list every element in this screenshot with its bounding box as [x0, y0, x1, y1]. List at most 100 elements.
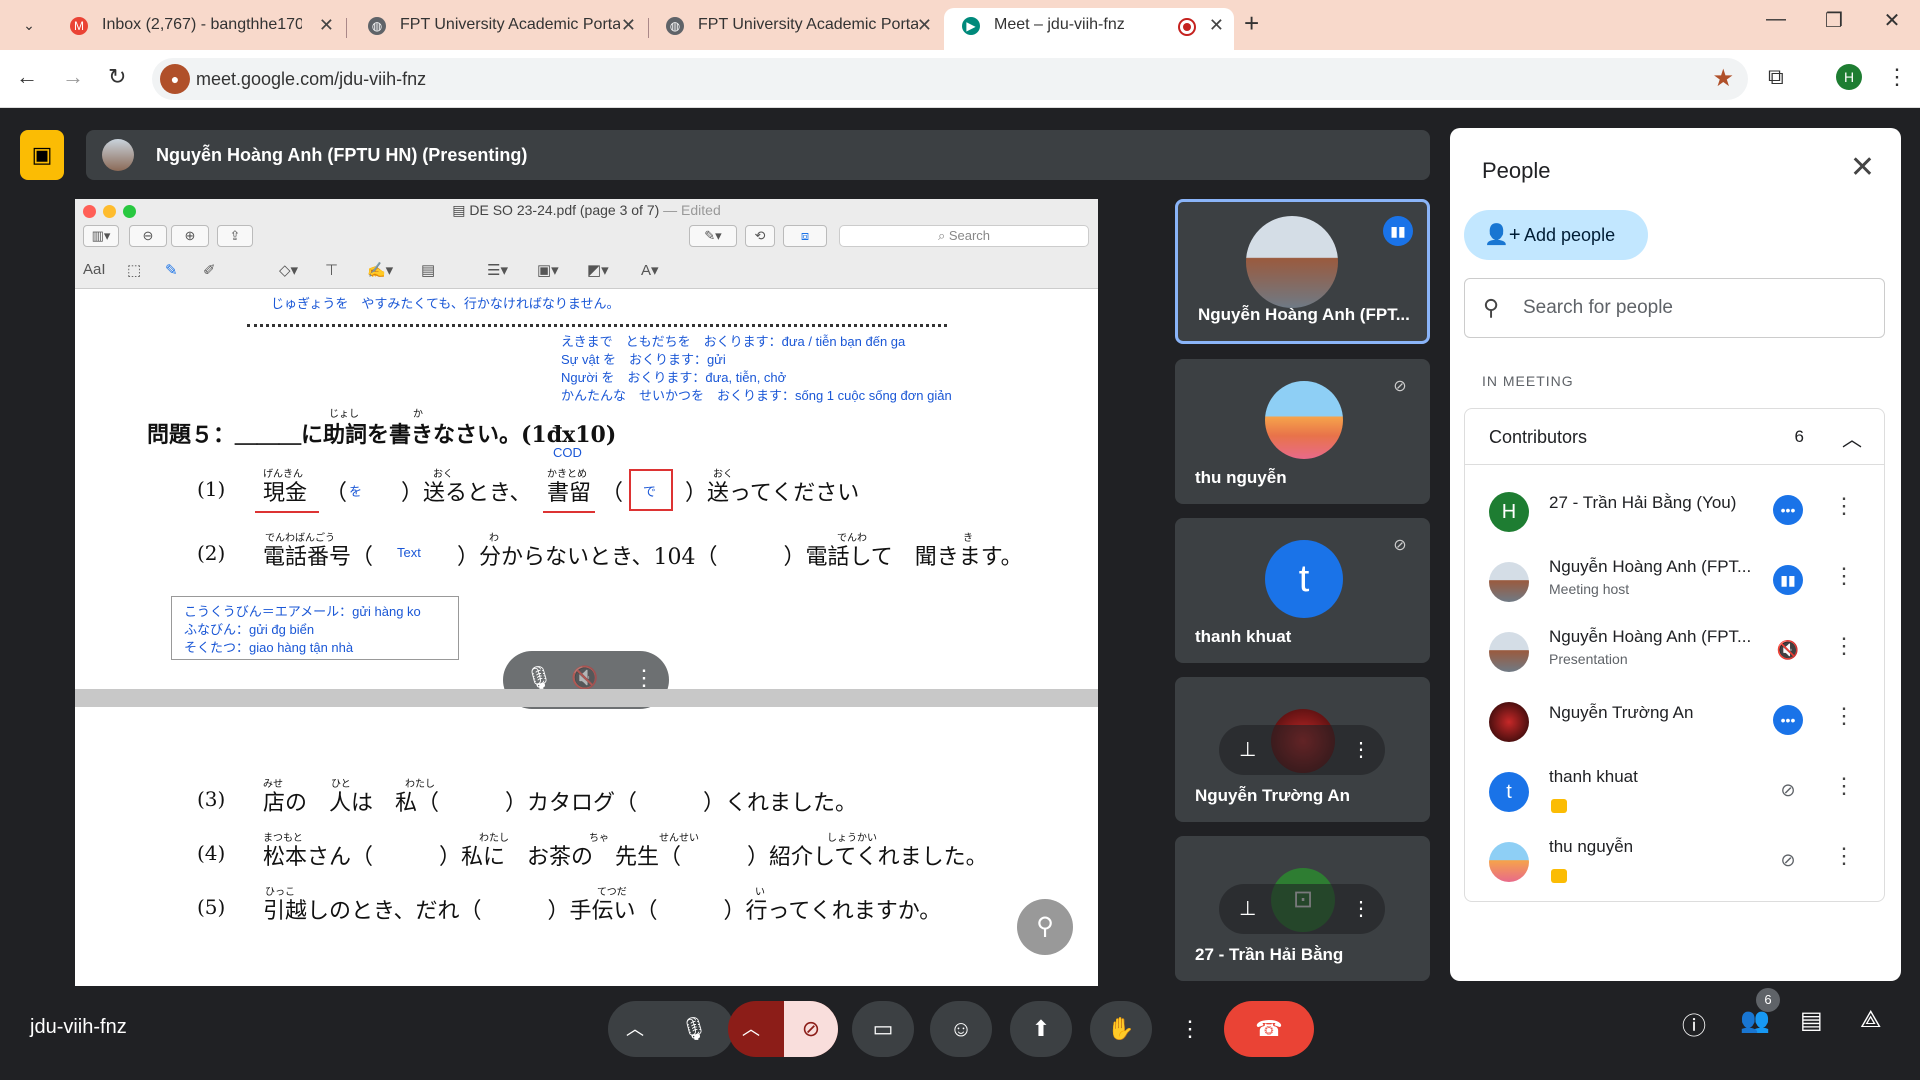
speaking-indicator-icon: ▮▮ [1773, 565, 1803, 595]
person-add-icon: 👤+ [1484, 224, 1521, 246]
participant-row-name: Nguyễn Trường An [1549, 703, 1694, 722]
camera-off-icon[interactable]: ⊘ [784, 1001, 838, 1057]
close-tab-icon[interactable]: ✕ [1209, 8, 1224, 42]
q1-end: ）送ってください [685, 481, 860, 506]
line-style-icon: ☰▾ [487, 262, 508, 279]
tab-gmail[interactable]: M Inbox (2,767) - bangthhe170871 ✕ [52, 8, 344, 50]
participant-tile[interactable]: ⊡ ⊥ ⋮ 27 - Trần Hải Bằng [1175, 836, 1430, 981]
more-options-icon[interactable]: ⋮ [1833, 563, 1855, 589]
meeting-details-icon[interactable]: ⓘ [1682, 1006, 1706, 1041]
presenting-badge-icon [1551, 869, 1567, 883]
zoom-screen-icon[interactable]: ⚲ [1017, 899, 1073, 955]
q1-answer-1: を [349, 484, 363, 499]
participant-row[interactable]: Nguyễn Hoàng Anh (FPT... Presentation 🔇 … [1465, 615, 1884, 685]
pin-icon[interactable]: ⊥ [1239, 737, 1256, 762]
q1-word-genkin: 現金 [263, 481, 308, 506]
doc-top-note: じゅぎょうを やすみたくても、行かなければなりません。 [271, 296, 620, 311]
more-options-button[interactable]: ⋮ [1168, 1001, 1212, 1057]
tab-meet[interactable]: ▶ Meet – jdu-viih-fnz ✕ [944, 8, 1234, 50]
close-tab-icon[interactable]: ✕ [319, 8, 334, 42]
more-options-icon[interactable]: ⋮ [1833, 493, 1855, 519]
pin-icon[interactable]: ⊥ [1239, 896, 1256, 921]
browser-menu-icon[interactable]: ⋮ [1886, 64, 1908, 90]
chevron-up-icon[interactable]: ︿ [742, 1001, 760, 1057]
toolbox-icon: ⧈ [783, 225, 827, 247]
mic-off-icon[interactable]: 🎙 [525, 665, 553, 691]
leave-call-button[interactable]: ☎ [1224, 1001, 1314, 1057]
forward-button[interactable]: → [62, 64, 84, 90]
more-options-icon[interactable]: ⋮ [1833, 773, 1855, 799]
q3-number: (3) [197, 787, 226, 811]
raise-hand-button[interactable]: ✋ [1090, 1001, 1152, 1057]
camera-control[interactable]: ︿ ⊘ [728, 1001, 838, 1057]
present-to-all-icon: ⬆ [1031, 1016, 1051, 1041]
tab-fpt-portal-2[interactable]: ◍ FPT University Academic Portal ✕ [648, 8, 942, 50]
profile-avatar[interactable]: H [1836, 64, 1862, 90]
microphone-active-icon[interactable]: ● [160, 64, 190, 94]
reload-button[interactable]: ↻ [108, 64, 126, 90]
participant-row-name: thu nguyễn [1549, 837, 1634, 856]
stop-presenting-icon[interactable]: ▣ [20, 130, 64, 180]
more-options-icon[interactable]: ⋮ [1833, 633, 1855, 659]
more-options-icon[interactable]: ⋮ [1351, 896, 1371, 921]
participant-row[interactable]: H 27 - Trần Hải Bằng (You) ••• ⋮ [1465, 475, 1884, 545]
minimize-button[interactable]: — [1756, 8, 1796, 31]
more-options-icon[interactable]: ⋮ [633, 665, 655, 691]
q1-word-kakitome: 書留 [547, 481, 592, 506]
close-window-button[interactable]: ✕ [1872, 8, 1912, 33]
close-tab-icon[interactable]: ✕ [621, 8, 636, 42]
gmail-icon: M [70, 17, 88, 35]
participant-tile[interactable]: t ⊘ thanh khuat [1175, 518, 1430, 663]
bookmark-star-icon[interactable]: ★ [1712, 64, 1734, 93]
present-button[interactable]: ⬆ [1010, 1001, 1072, 1057]
participant-avatar [1265, 381, 1343, 459]
more-options-icon[interactable]: ⋮ [1833, 843, 1855, 869]
participant-row[interactable]: thu nguyễn ⊘ ⋮ [1465, 825, 1884, 895]
volume-off-icon[interactable]: 🔇 [571, 665, 598, 691]
panel-title: People [1482, 158, 1551, 183]
more-options-icon[interactable]: ⋮ [1833, 703, 1855, 729]
mic-off-icon: ⊘ [1393, 378, 1407, 395]
reactions-button[interactable]: ☺ [930, 1001, 992, 1057]
microphone-icon[interactable]: 🎙 [680, 1001, 708, 1057]
tab-fpt-portal-1[interactable]: ◍ FPT University Academic Portal ✕ [350, 8, 646, 50]
group-count: 6 [1794, 427, 1804, 446]
chevron-up-icon[interactable]: ︿ [626, 1001, 644, 1057]
preview-edited: — Edited [663, 202, 721, 218]
captions-icon: ▭ [872, 1016, 894, 1041]
participant-row[interactable]: Nguyễn Trường An ••• ⋮ [1465, 685, 1884, 755]
preview-search: ⌕ Search [839, 225, 1089, 247]
more-options-icon[interactable]: ⋮ [1351, 737, 1371, 762]
restore-button[interactable]: ❐ [1814, 8, 1854, 33]
back-button[interactable]: ← [16, 64, 38, 90]
participant-tile[interactable]: ⊘ thu nguyễn [1175, 359, 1430, 504]
sign-icon: ✍▾ [367, 262, 394, 279]
mondai-heading: 問題５：＿＿＿に助詞を書きなさい。(1đx10) [147, 422, 617, 448]
participant-tile[interactable]: ▮▮ Nguyễn Hoàng Anh (FPT... [1175, 199, 1430, 344]
new-tab-button[interactable]: + [1244, 8, 1259, 39]
address-bar[interactable]: ● meet.google.com/jdu-viih-fnz ★ [152, 58, 1748, 100]
red-underline [543, 511, 595, 513]
presenter-label: Nguyễn Hoàng Anh (FPTU HN) (Presenting) [156, 145, 528, 165]
q2-word: 電話番号（ [263, 545, 374, 570]
contributors-header[interactable]: Contributors 6 ︿ [1465, 409, 1884, 465]
globe-icon: ◍ [666, 17, 684, 35]
tab-search-chevron-icon[interactable]: ⌄ [14, 10, 44, 40]
close-tab-icon[interactable]: ✕ [917, 8, 932, 42]
participant-tile[interactable]: ⊥ ⋮ Nguyễn Trường An [1175, 677, 1430, 822]
q3-text: 店の 人は 私（ ）カタログ（ ）くれました。 [263, 791, 858, 816]
close-panel-icon[interactable]: ✕ [1850, 150, 1875, 185]
extensions-puzzle-icon[interactable]: ⧉ [1768, 64, 1784, 90]
participant-row[interactable]: t thanh khuat ⊘ ⋮ [1465, 755, 1884, 825]
microphone-control[interactable]: ︿ 🎙 [608, 1001, 734, 1057]
captions-button[interactable]: ▭ [852, 1001, 914, 1057]
url-text[interactable]: meet.google.com/jdu-viih-fnz [196, 69, 426, 90]
more-vert-icon: ⋮ [1179, 1016, 1201, 1041]
mic-off-icon: ⊘ [1393, 537, 1407, 554]
people-search-input[interactable]: ⚲ Search for people [1464, 278, 1885, 338]
activities-icon[interactable]: ⟁ [1860, 1006, 1881, 1034]
participant-row[interactable]: Nguyễn Hoàng Anh (FPT... Meeting host ▮▮… [1465, 545, 1884, 615]
chat-icon[interactable]: ▤ [1800, 1006, 1823, 1035]
add-people-button[interactable]: 👤+ Add people [1464, 210, 1648, 260]
chevron-up-icon[interactable]: ︿ [1842, 423, 1862, 452]
